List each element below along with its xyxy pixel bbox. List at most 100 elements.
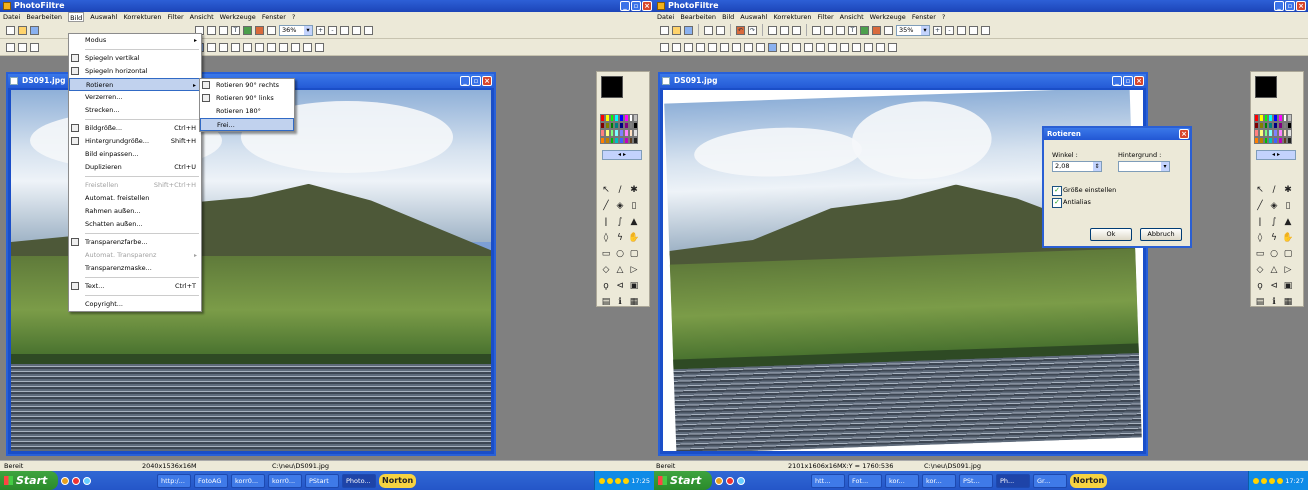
brush-icon[interactable] xyxy=(255,25,264,35)
rotate_submenu-item[interactable]: Rotieren 180° xyxy=(200,105,294,118)
auto-contrast-icon[interactable] xyxy=(18,42,27,52)
doc-close-button[interactable]: × xyxy=(1134,76,1144,86)
close-button[interactable]: × xyxy=(1296,1,1306,11)
menu-fenster[interactable]: Fenster xyxy=(262,12,286,22)
antialias-checkbox[interactable]: Antialias xyxy=(1052,198,1091,208)
quicklaunch-icon[interactable] xyxy=(83,476,91,485)
sharpen-icon[interactable] xyxy=(231,42,240,52)
color-swatch[interactable] xyxy=(633,114,638,122)
rounded-rect-icon[interactable]: ▢ xyxy=(628,248,640,260)
menu-korrekturen[interactable]: Korrekturen xyxy=(773,12,811,22)
plugin-icon[interactable] xyxy=(860,25,869,35)
rectangle-icon[interactable]: ▭ xyxy=(1254,248,1266,260)
color-swatch[interactable] xyxy=(633,129,638,137)
norton-button[interactable]: Norton xyxy=(379,473,417,488)
background-color-combo[interactable] xyxy=(1118,161,1170,172)
pipette-tool-icon[interactable]: ∕ xyxy=(1268,184,1280,196)
gamma-icon[interactable] xyxy=(708,42,717,52)
open-folder-icon[interactable] xyxy=(672,25,681,35)
paste-icon[interactable] xyxy=(780,25,789,35)
color-swatch[interactable] xyxy=(1287,121,1292,129)
new-file-icon[interactable] xyxy=(660,25,669,35)
bild_menu-item[interactable]: Modus ▸ xyxy=(69,34,201,47)
menu-ansicht[interactable]: Ansicht xyxy=(840,12,864,22)
zoom-select[interactable]: 36% xyxy=(279,24,313,36)
diamond-icon[interactable]: ◇ xyxy=(600,264,612,276)
tray-icon[interactable] xyxy=(599,477,606,484)
grayscale-icon[interactable] xyxy=(768,42,777,52)
triangle-icon[interactable]: △ xyxy=(1268,264,1280,276)
quicklaunch-icon[interactable] xyxy=(61,476,69,485)
color-swatch[interactable] xyxy=(633,121,638,129)
line-tool-icon[interactable]: ╱ xyxy=(1254,200,1266,212)
maximize-button[interactable]: ▫ xyxy=(1285,1,1295,11)
box-select-icon[interactable]: ▤ xyxy=(600,296,612,308)
save-icon[interactable] xyxy=(30,25,39,35)
menu-filter[interactable]: Filter xyxy=(818,12,834,22)
box-select-icon[interactable]: ▤ xyxy=(1254,296,1266,308)
menu-ansicht[interactable]: Ansicht xyxy=(190,12,214,22)
ellipse-icon[interactable]: ○ xyxy=(1268,248,1280,260)
burn-icon[interactable] xyxy=(828,42,837,52)
resize-icon[interactable] xyxy=(824,25,833,35)
polygon-icon[interactable]: ⊲ xyxy=(1268,280,1280,292)
plugin-icon[interactable] xyxy=(243,25,252,35)
blur-drop-icon[interactable]: ◊ xyxy=(600,232,612,244)
color-swatches[interactable] xyxy=(1254,114,1292,144)
menu-help[interactable]: ? xyxy=(292,12,295,22)
rotate_submenu-item[interactable]: Rotieren 90° rechts xyxy=(200,79,294,92)
selection-load-icon[interactable]: ▣ xyxy=(628,280,640,292)
magic-wand-icon[interactable]: ✱ xyxy=(1282,184,1294,196)
resize-icon[interactable] xyxy=(207,25,216,35)
palette-scroll[interactable]: ◂ ▸ xyxy=(602,150,642,160)
foreground-color-swatch[interactable] xyxy=(1255,76,1277,98)
fill-tool-icon[interactable]: ◈ xyxy=(1268,200,1280,212)
taskbar-button[interactable]: korr0... xyxy=(231,473,265,488)
bild_menu-item[interactable]: Rahmen außen... xyxy=(69,205,201,218)
copy-icon[interactable] xyxy=(768,25,777,35)
fit-icon[interactable] xyxy=(957,25,966,35)
menu-korrekturen[interactable]: Korrekturen xyxy=(123,12,161,22)
bild_menu-item[interactable]: Text... Ctrl+T xyxy=(69,280,201,293)
taskbar-button[interactable]: korr0... xyxy=(268,473,302,488)
stamp-tool-icon[interactable]: ▲ xyxy=(628,216,640,228)
dialog-close-button[interactable]: × xyxy=(1179,129,1189,139)
line-tool-icon[interactable]: ╱ xyxy=(600,200,612,212)
doc-minimize-button[interactable]: _ xyxy=(1112,76,1122,86)
auto-contrast-icon[interactable] xyxy=(672,42,681,52)
bild_menu-item[interactable]: Schatten außen... xyxy=(69,218,201,231)
color-swatch[interactable] xyxy=(1287,114,1292,122)
spray-tool-icon[interactable]: ▯ xyxy=(1282,200,1294,212)
fill-tool-icon[interactable]: ◈ xyxy=(614,200,626,212)
text-tool-icon[interactable]: T xyxy=(848,25,857,35)
bild_menu-item[interactable]: Hintergrundgröße... Shift+H xyxy=(69,135,201,148)
pipette-tool-icon[interactable]: ∕ xyxy=(614,184,626,196)
menu-filter[interactable]: Filter xyxy=(168,12,184,22)
bild_menu-item[interactable]: Transparenzfarbe... xyxy=(69,236,201,249)
taskbar-button[interactable]: PStart xyxy=(305,473,339,488)
actual-size-icon[interactable] xyxy=(352,25,361,35)
open-folder-icon[interactable] xyxy=(18,25,27,35)
rectangle-icon[interactable]: ▭ xyxy=(600,248,612,260)
bild_menu-item[interactable]: Verzerren... xyxy=(69,91,201,104)
menu-help[interactable]: ? xyxy=(942,12,945,22)
triangle-right-icon[interactable]: ▷ xyxy=(1282,264,1294,276)
bild_menu-item[interactable]: Bildgröße... Ctrl+H xyxy=(69,122,201,135)
quicklaunch-icon[interactable] xyxy=(737,476,745,485)
sharpen-more-icon[interactable] xyxy=(303,42,312,52)
rotate_submenu-item[interactable]: Frei... xyxy=(200,118,294,131)
rotate_submenu-item[interactable]: Rotieren 90° links xyxy=(200,92,294,105)
menu-datei[interactable]: Datei xyxy=(657,12,674,22)
bild_menu-item[interactable]: Transparenzmaske... xyxy=(69,262,201,275)
hue-icon[interactable] xyxy=(732,42,741,52)
spray-tool-icon[interactable]: ▯ xyxy=(628,200,640,212)
flip-h-icon[interactable] xyxy=(267,42,276,52)
tray-icon[interactable] xyxy=(1253,477,1260,484)
selection-load-icon[interactable]: ▣ xyxy=(1282,280,1294,292)
hand-tool-icon[interactable]: ✋ xyxy=(1282,232,1294,244)
sharpen-more-icon[interactable] xyxy=(876,42,885,52)
taskbar-button[interactable]: htt... xyxy=(811,473,845,488)
quicklaunch-icon[interactable] xyxy=(726,476,734,485)
paste-new-icon[interactable] xyxy=(792,25,801,35)
zoom-out-icon[interactable]: - xyxy=(945,25,954,35)
